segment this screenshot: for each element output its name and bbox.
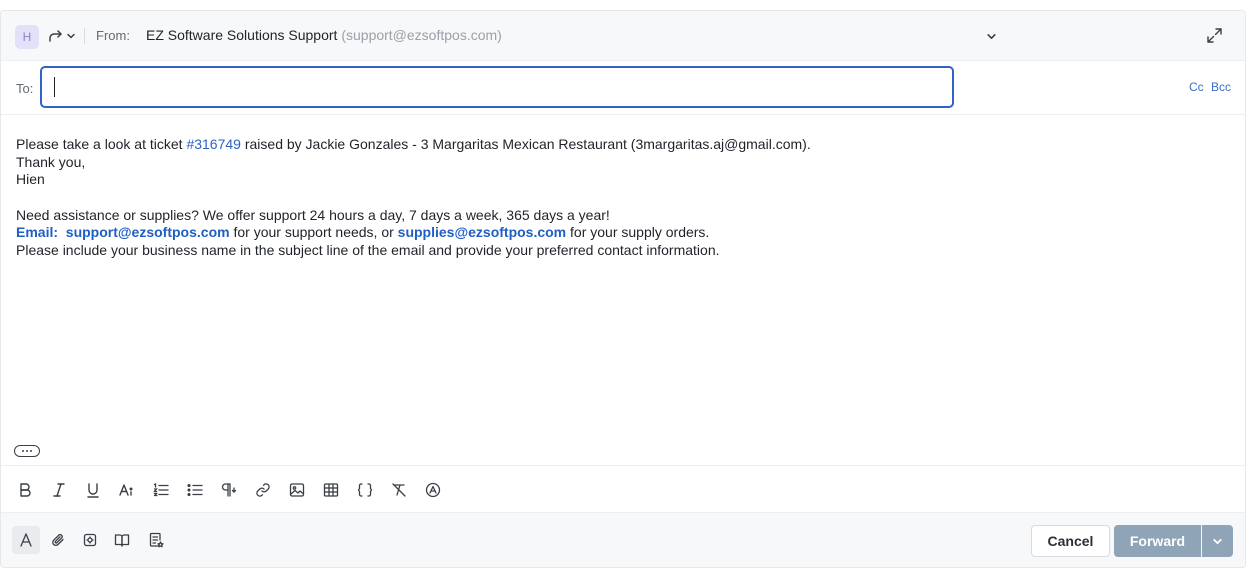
from-dropdown-icon[interactable]	[986, 31, 997, 42]
body-text: for your support needs, or	[229, 224, 398, 240]
signature-emails: Email: support@ezsoftpos.com for your su…	[16, 224, 1226, 242]
body-text: for your supply orders.	[566, 224, 710, 240]
knowledge-base-icon	[114, 534, 130, 547]
link-icon[interactable]	[254, 481, 272, 499]
forward-button[interactable]: Forward	[1114, 525, 1201, 557]
cc-button[interactable]: Cc	[1189, 80, 1204, 94]
email-label: Email:	[16, 224, 59, 240]
underline-icon[interactable]	[84, 481, 102, 499]
avatar[interactable]: H	[15, 25, 39, 49]
from-email: (support@ezsoftpos.com)	[341, 27, 502, 43]
to-label: To:	[16, 81, 34, 96]
attachment-button[interactable]	[44, 526, 72, 554]
table-icon[interactable]	[322, 481, 340, 499]
paragraph-icon[interactable]	[220, 481, 238, 499]
body-line: Thank you,	[16, 153, 86, 170]
forward-icon[interactable]	[48, 28, 64, 44]
signature-note: Please include your business name in the…	[16, 241, 720, 258]
from-selector[interactable]: EZ Software Solutions Support (support@e…	[146, 27, 502, 43]
bold-icon[interactable]	[16, 481, 34, 499]
text-format-toggle[interactable]	[12, 526, 40, 554]
text-caret	[54, 77, 55, 97]
mention-icon[interactable]	[424, 481, 442, 499]
template-button[interactable]	[142, 526, 170, 554]
canned-response-icon	[83, 533, 97, 547]
to-row: To: Cc Bcc	[1, 61, 1245, 115]
composer-footer: Cancel Forward	[1, 512, 1245, 567]
cancel-button[interactable]: Cancel	[1031, 525, 1110, 557]
support-email-link[interactable]: support@ezsoftpos.com	[66, 224, 230, 240]
show-more-button[interactable]	[14, 445, 40, 457]
from-name: EZ Software Solutions Support	[146, 27, 338, 43]
body-line: Please take a look at ticket #316749 rai…	[16, 136, 1226, 154]
chevron-down-icon	[1213, 538, 1222, 544]
from-label: From:	[96, 28, 130, 43]
body-text: raised by Jackie Gonzales - 3 Margaritas…	[240, 136, 811, 152]
text-format-icon	[20, 533, 32, 547]
body-text: Please take a look at ticket	[16, 136, 187, 152]
image-icon[interactable]	[288, 481, 306, 499]
bullet-list-icon[interactable]	[186, 481, 204, 499]
signature-intro: Need assistance or supplies? We offer su…	[16, 206, 610, 223]
template-icon	[149, 532, 164, 548]
format-toolbar	[1, 465, 1245, 512]
knowledge-base-button[interactable]	[108, 526, 136, 554]
supplies-email-link[interactable]: supplies@ezsoftpos.com	[398, 224, 566, 240]
divider	[84, 28, 85, 44]
body-line: Hien	[16, 171, 45, 187]
forward-composer: H From: EZ Software Solutions Support (s…	[0, 10, 1246, 568]
clear-format-icon[interactable]	[390, 481, 408, 499]
to-input[interactable]	[40, 66, 954, 108]
attachment-icon	[52, 533, 64, 547]
code-icon[interactable]	[356, 481, 374, 499]
ticket-link[interactable]: #316749	[186, 136, 241, 152]
message-body[interactable]: Please take a look at ticket #316749 rai…	[16, 136, 1226, 259]
expand-icon[interactable]	[1206, 27, 1223, 44]
italic-icon[interactable]	[50, 481, 68, 499]
font-size-icon[interactable]	[118, 481, 136, 499]
numbered-list-icon[interactable]	[152, 481, 170, 499]
chevron-down-icon[interactable]	[66, 31, 76, 41]
canned-response-button[interactable]	[76, 526, 104, 554]
from-row: H From: EZ Software Solutions Support (s…	[1, 11, 1245, 61]
forward-options-button[interactable]	[1202, 525, 1233, 557]
bcc-button[interactable]: Bcc	[1211, 80, 1231, 94]
